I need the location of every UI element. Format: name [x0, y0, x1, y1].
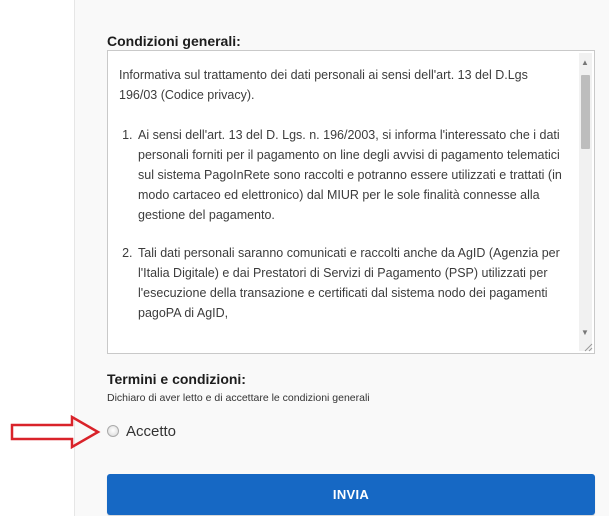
textarea-scrollbar[interactable]: ▲ ▼: [579, 53, 592, 351]
resize-grip-icon[interactable]: [583, 342, 593, 352]
scroll-down-arrow-icon[interactable]: ▼: [581, 328, 589, 337]
condition-item-2: Tali dati personali saranno comunicati e…: [136, 243, 566, 323]
conditions-list: Ai sensi dell'art. 13 del D. Lgs. n. 196…: [119, 125, 566, 323]
terms-title: Termini e condizioni:: [107, 371, 246, 387]
general-conditions-text: Informativa sul trattamento dei dati per…: [119, 65, 566, 341]
condition-item-1: Ai sensi dell'art. 13 del D. Lgs. n. 196…: [136, 125, 566, 225]
general-conditions-textarea[interactable]: Informativa sul trattamento dei dati per…: [107, 50, 595, 354]
scroll-up-arrow-icon[interactable]: ▲: [581, 58, 589, 67]
red-arrow-icon: [10, 415, 101, 449]
general-conditions-title: Condizioni generali:: [107, 33, 241, 49]
accept-radio-label[interactable]: Accetto: [126, 423, 176, 440]
terms-description: Dichiaro di aver letto e di accettare le…: [107, 392, 370, 404]
privacy-intro: Informativa sul trattamento dei dati per…: [119, 68, 528, 102]
accept-radio[interactable]: [107, 425, 119, 437]
scroll-thumb[interactable]: [581, 75, 590, 149]
submit-button[interactable]: INVIA: [107, 474, 595, 515]
